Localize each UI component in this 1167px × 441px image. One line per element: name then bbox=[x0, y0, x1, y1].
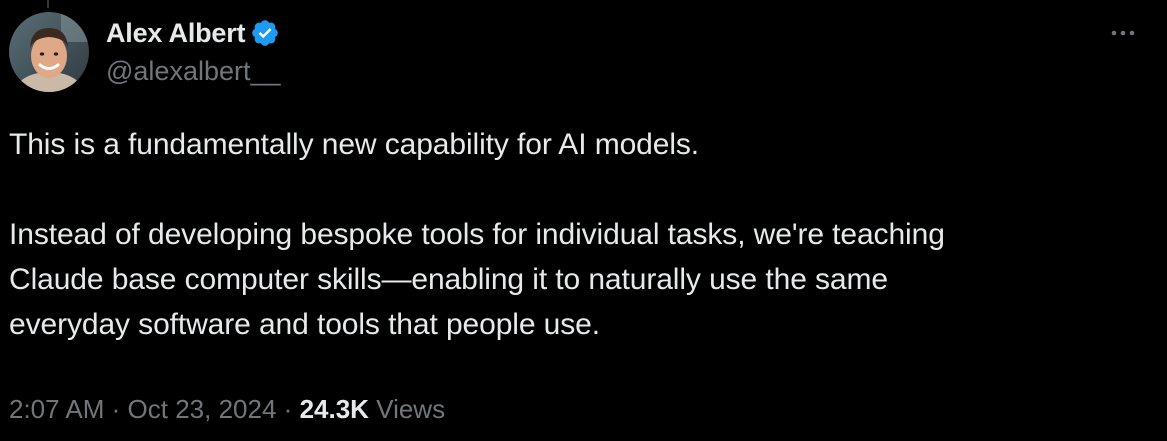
thread-connector bbox=[47, 0, 49, 8]
avatar[interactable] bbox=[9, 12, 89, 92]
more-options-icon[interactable] bbox=[1108, 18, 1138, 48]
tweet-paragraph-2-line-2: Claude base computer skills—enabling it … bbox=[9, 263, 888, 296]
views-label[interactable]: Views bbox=[376, 394, 445, 424]
views-count[interactable]: 24.3K bbox=[300, 394, 369, 424]
tweet-body: This is a fundamentally new capability f… bbox=[9, 122, 1149, 347]
meta-separator: · bbox=[111, 394, 121, 424]
tweet-paragraph-2-line-3: everyday software and tools that people … bbox=[9, 308, 600, 341]
meta-separator: · bbox=[283, 394, 293, 424]
author-display-name[interactable]: Alex Albert bbox=[106, 18, 246, 49]
avatar-image bbox=[9, 12, 89, 92]
tweet-time[interactable]: 2:07 AM bbox=[9, 394, 104, 424]
paragraph-spacer bbox=[9, 167, 1149, 212]
verified-badge-icon[interactable] bbox=[250, 18, 280, 48]
author-name-row: Alex Albert bbox=[106, 16, 280, 50]
tweet-metadata: 2:07 AM · Oct 23, 2024 · 24.3K Views bbox=[9, 394, 445, 425]
author-handle[interactable]: @alexalbert__ bbox=[106, 56, 281, 87]
tweet-paragraph-1: This is a fundamentally new capability f… bbox=[9, 128, 700, 161]
tweet-date[interactable]: Oct 23, 2024 bbox=[128, 394, 277, 424]
tweet-paragraph-2-line-1: Instead of developing bespoke tools for … bbox=[9, 218, 945, 251]
